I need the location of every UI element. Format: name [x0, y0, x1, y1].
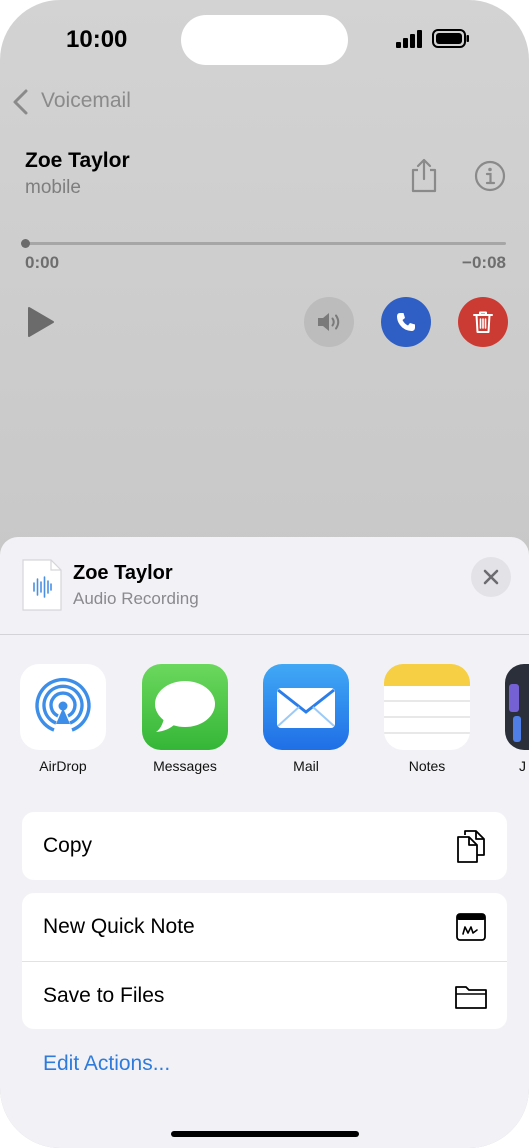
scrubber-knob[interactable]	[21, 239, 30, 248]
share-sheet: Zoe Taylor Audio Recording AirDrop Messa…	[0, 537, 529, 1148]
app-label: Messages	[153, 758, 217, 774]
phone-screen: 10:00 Voicemail Zoe Taylor mobile 0:00 −…	[0, 0, 529, 1148]
speaker-icon	[318, 313, 340, 331]
signal-icon	[396, 30, 422, 48]
app-icon	[505, 664, 529, 750]
copy-action-group: Copy	[22, 812, 507, 880]
app-label: Notes	[408, 758, 446, 774]
info-icon[interactable]	[474, 160, 506, 192]
playback-scrubber[interactable]	[25, 242, 506, 245]
new-quick-note-action[interactable]: New Quick Note	[22, 893, 507, 961]
delete-button[interactable]	[458, 297, 508, 347]
close-icon	[483, 569, 499, 585]
mail-icon	[263, 664, 349, 750]
messages-icon	[142, 664, 228, 750]
share-app-airdrop[interactable]: AirDrop	[20, 664, 106, 774]
copy-icon	[457, 830, 485, 863]
status-time: 10:00	[66, 26, 128, 53]
folder-icon	[455, 986, 487, 1009]
copy-action[interactable]: Copy	[22, 812, 507, 880]
share-sheet-subtitle: Audio Recording	[73, 589, 199, 608]
play-icon[interactable]	[26, 306, 56, 338]
app-label: AirDrop	[39, 758, 87, 774]
quick-note-icon	[456, 913, 486, 941]
app-label: Mail	[293, 758, 319, 774]
speaker-button[interactable]	[304, 297, 354, 347]
share-sheet-title: Zoe Taylor	[73, 562, 173, 584]
contact-name: Zoe Taylor	[25, 149, 130, 172]
notes-icon	[384, 664, 470, 750]
edit-actions-link[interactable]: Edit Actions...	[43, 1052, 170, 1076]
phone-icon	[397, 313, 415, 331]
home-indicator[interactable]	[171, 1131, 359, 1137]
save-to-files-label: Save to Files	[43, 983, 165, 1007]
close-button[interactable]	[471, 557, 511, 597]
back-chevron-icon[interactable]	[10, 88, 32, 116]
divider	[0, 634, 529, 635]
more-actions-group: New Quick Note Save to Files	[22, 893, 507, 1029]
app-label: J	[519, 758, 526, 774]
new-quick-note-label: New Quick Note	[43, 915, 195, 938]
share-app-mail[interactable]: Mail	[263, 664, 349, 774]
share-app-partial[interactable]: J	[505, 664, 529, 774]
save-to-files-action[interactable]: Save to Files	[22, 961, 507, 1029]
back-button[interactable]: Voicemail	[41, 89, 131, 113]
trash-icon	[473, 311, 493, 333]
battery-icon	[432, 29, 469, 48]
dynamic-island	[181, 15, 348, 65]
copy-label: Copy	[43, 834, 93, 857]
audio-file-icon	[22, 559, 62, 611]
contact-phone-label: mobile	[25, 177, 81, 198]
remaining-time: −0:08	[462, 253, 506, 272]
share-icon[interactable]	[408, 157, 440, 193]
share-app-messages[interactable]: Messages	[142, 664, 228, 774]
share-app-notes[interactable]: Notes	[384, 664, 470, 774]
call-back-button[interactable]	[381, 297, 431, 347]
airdrop-icon	[20, 664, 106, 750]
elapsed-time: 0:00	[25, 253, 60, 272]
